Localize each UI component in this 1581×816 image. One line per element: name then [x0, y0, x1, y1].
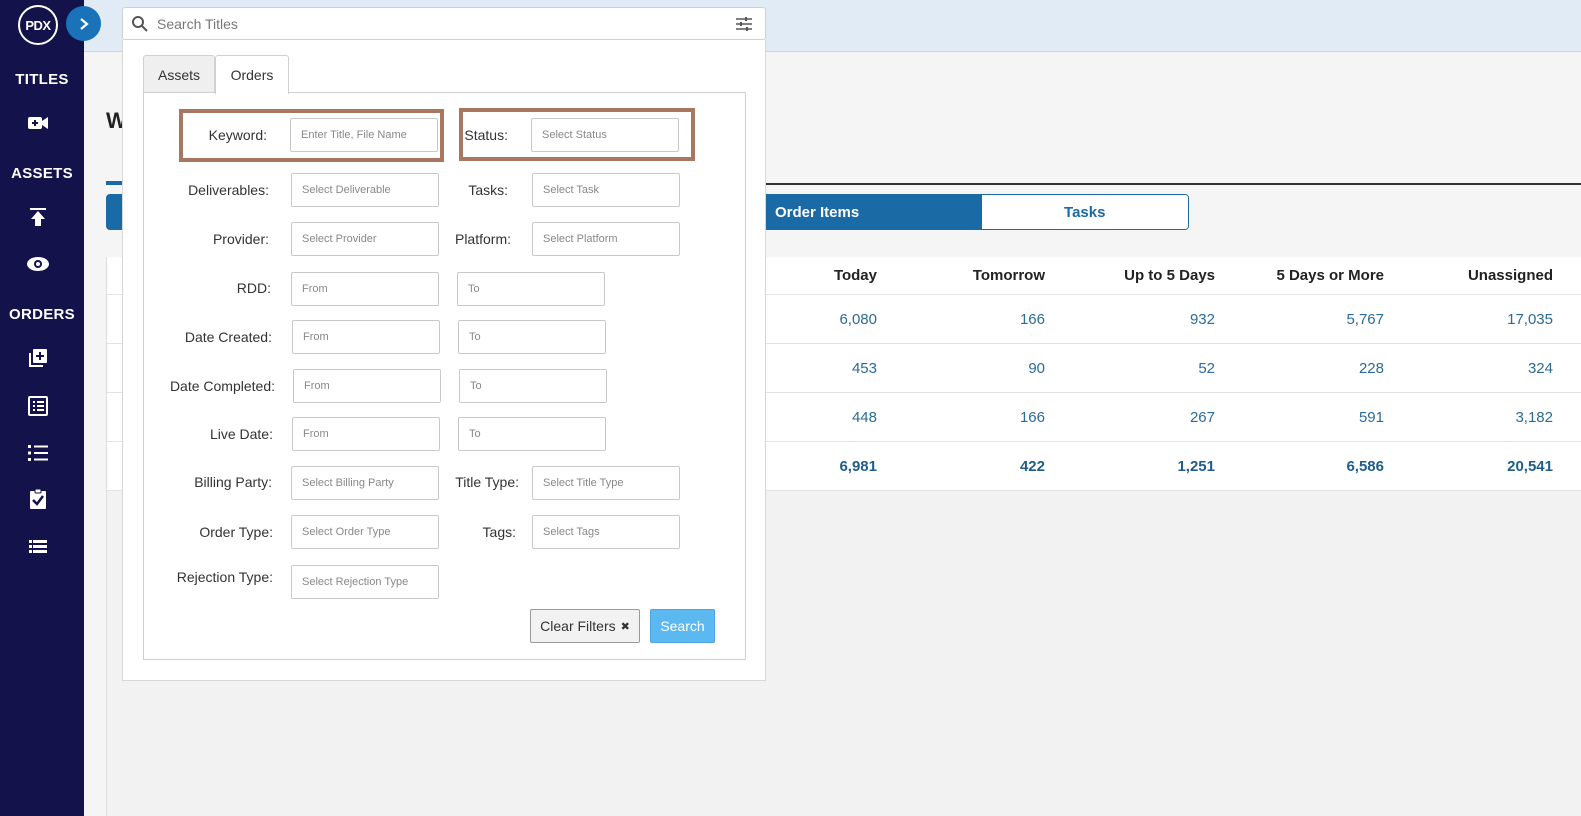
toggle-order-items[interactable]: Order Items: [761, 195, 982, 229]
billing-party-select[interactable]: [291, 466, 439, 500]
sidebar-section-assets[interactable]: ASSETS: [0, 165, 84, 182]
table-cell[interactable]: 267: [1075, 393, 1215, 441]
header-tomorrow[interactable]: Tomorrow: [907, 257, 1045, 294]
sidebar-section-orders[interactable]: ORDERS: [0, 306, 84, 323]
add-order-icon[interactable]: [26, 346, 50, 370]
rdd-from-date[interactable]: [291, 272, 439, 306]
sidebar: PDX TITLES ASSETS ORDERS: [0, 0, 84, 816]
tasks-label: Tasks:: [468, 182, 508, 198]
table-cell[interactable]: 324: [1413, 344, 1553, 392]
table-cell[interactable]: 166: [907, 393, 1045, 441]
status-label: Status:: [464, 127, 508, 143]
table-cell[interactable]: 3,182: [1413, 393, 1553, 441]
total-cell[interactable]: 6,981: [767, 442, 877, 490]
deliverables-select[interactable]: [291, 173, 439, 207]
tab-assets[interactable]: Assets: [143, 55, 215, 93]
order-type-select[interactable]: [291, 515, 439, 549]
rejection-type-label: Rejection Type:: [176, 569, 273, 585]
keyword-field[interactable]: [290, 118, 438, 152]
table-cell[interactable]: 166: [907, 295, 1045, 343]
view-toggle: Order Items Tasks: [760, 194, 1189, 230]
provider-select[interactable]: [291, 222, 439, 256]
status-select[interactable]: [531, 118, 679, 152]
date-created-label: Date Created:: [184, 329, 272, 345]
toggle-tasks[interactable]: Tasks: [981, 195, 1188, 229]
orders-filter-form: Keyword: Status: Deliverables: Tasks: Pr…: [143, 92, 746, 660]
table-cell[interactable]: 453: [767, 344, 877, 392]
platform-select[interactable]: [532, 222, 680, 256]
sidebar-section-titles[interactable]: TITLES: [0, 71, 84, 88]
eye-icon[interactable]: [26, 252, 50, 276]
table-cell[interactable]: 591: [1243, 393, 1384, 441]
search-bar: [122, 7, 766, 40]
table-cell[interactable]: 6,080: [767, 295, 877, 343]
search-button[interactable]: Search: [650, 609, 715, 643]
tags-label: Tags:: [482, 524, 516, 540]
close-icon: ✖: [620, 620, 630, 633]
total-cell[interactable]: 6,586: [1243, 442, 1384, 490]
header-up-to-5-days[interactable]: Up to 5 Days: [1075, 257, 1215, 294]
live-date-to[interactable]: [458, 417, 606, 451]
clear-filters-label: Clear Filters: [540, 618, 616, 634]
live-date-label: Live Date:: [209, 426, 273, 442]
date-completed-from[interactable]: [293, 369, 441, 403]
upload-icon[interactable]: [26, 205, 50, 229]
rdd-to-date[interactable]: [457, 272, 605, 306]
table-cell[interactable]: 932: [1075, 295, 1215, 343]
table-list-icon[interactable]: [26, 535, 50, 559]
task-clipboard-icon[interactable]: [26, 487, 50, 511]
order-type-label: Order Type:: [199, 524, 273, 540]
table-cell[interactable]: 448: [767, 393, 877, 441]
tags-select[interactable]: [532, 515, 680, 549]
tasks-select[interactable]: [532, 173, 680, 207]
date-created-to[interactable]: [458, 320, 606, 354]
header-unassigned[interactable]: Unassigned: [1413, 257, 1553, 294]
pdx-logo[interactable]: PDX: [18, 5, 58, 45]
rdd-label: RDD:: [236, 280, 271, 296]
checklist-icon[interactable]: [26, 441, 50, 465]
total-cell[interactable]: 20,541: [1413, 442, 1553, 490]
search-input[interactable]: [157, 12, 717, 36]
title-type-select[interactable]: [532, 466, 680, 500]
search-filter-panel: Assets Orders Keyword: Status: Deliverab…: [122, 40, 766, 681]
search-icon: [132, 16, 148, 32]
header-today[interactable]: Today: [767, 257, 877, 294]
table-cell[interactable]: 52: [1075, 344, 1215, 392]
header-5-days-or-more[interactable]: 5 Days or More: [1243, 257, 1384, 294]
total-cell[interactable]: 422: [907, 442, 1045, 490]
chevron-right-icon: [79, 17, 89, 30]
date-created-from[interactable]: [292, 320, 440, 354]
table-cell[interactable]: 5,767: [1243, 295, 1384, 343]
table-cell[interactable]: 228: [1243, 344, 1384, 392]
date-completed-to[interactable]: [459, 369, 607, 403]
title-type-label: Title Type:: [455, 474, 519, 490]
order-list-icon[interactable]: [26, 394, 50, 418]
add-video-icon[interactable]: [26, 111, 50, 135]
sliders-icon[interactable]: [735, 16, 753, 32]
clear-filters-button[interactable]: Clear Filters ✖: [530, 609, 640, 643]
date-completed-label: Date Completed:: [169, 378, 275, 394]
billing-party-label: Billing Party:: [194, 474, 272, 490]
sidebar-expand-button[interactable]: [66, 6, 101, 41]
live-date-from[interactable]: [292, 417, 440, 451]
keyword-label: Keyword:: [208, 127, 267, 143]
tab-orders[interactable]: Orders: [215, 55, 289, 94]
table-cell[interactable]: 90: [907, 344, 1045, 392]
provider-label: Provider:: [212, 231, 269, 247]
platform-label: Platform:: [454, 231, 511, 247]
rejection-type-select[interactable]: [291, 565, 439, 599]
deliverables-label: Deliverables:: [188, 182, 269, 198]
table-cell[interactable]: 17,035: [1413, 295, 1553, 343]
total-cell[interactable]: 1,251: [1075, 442, 1215, 490]
